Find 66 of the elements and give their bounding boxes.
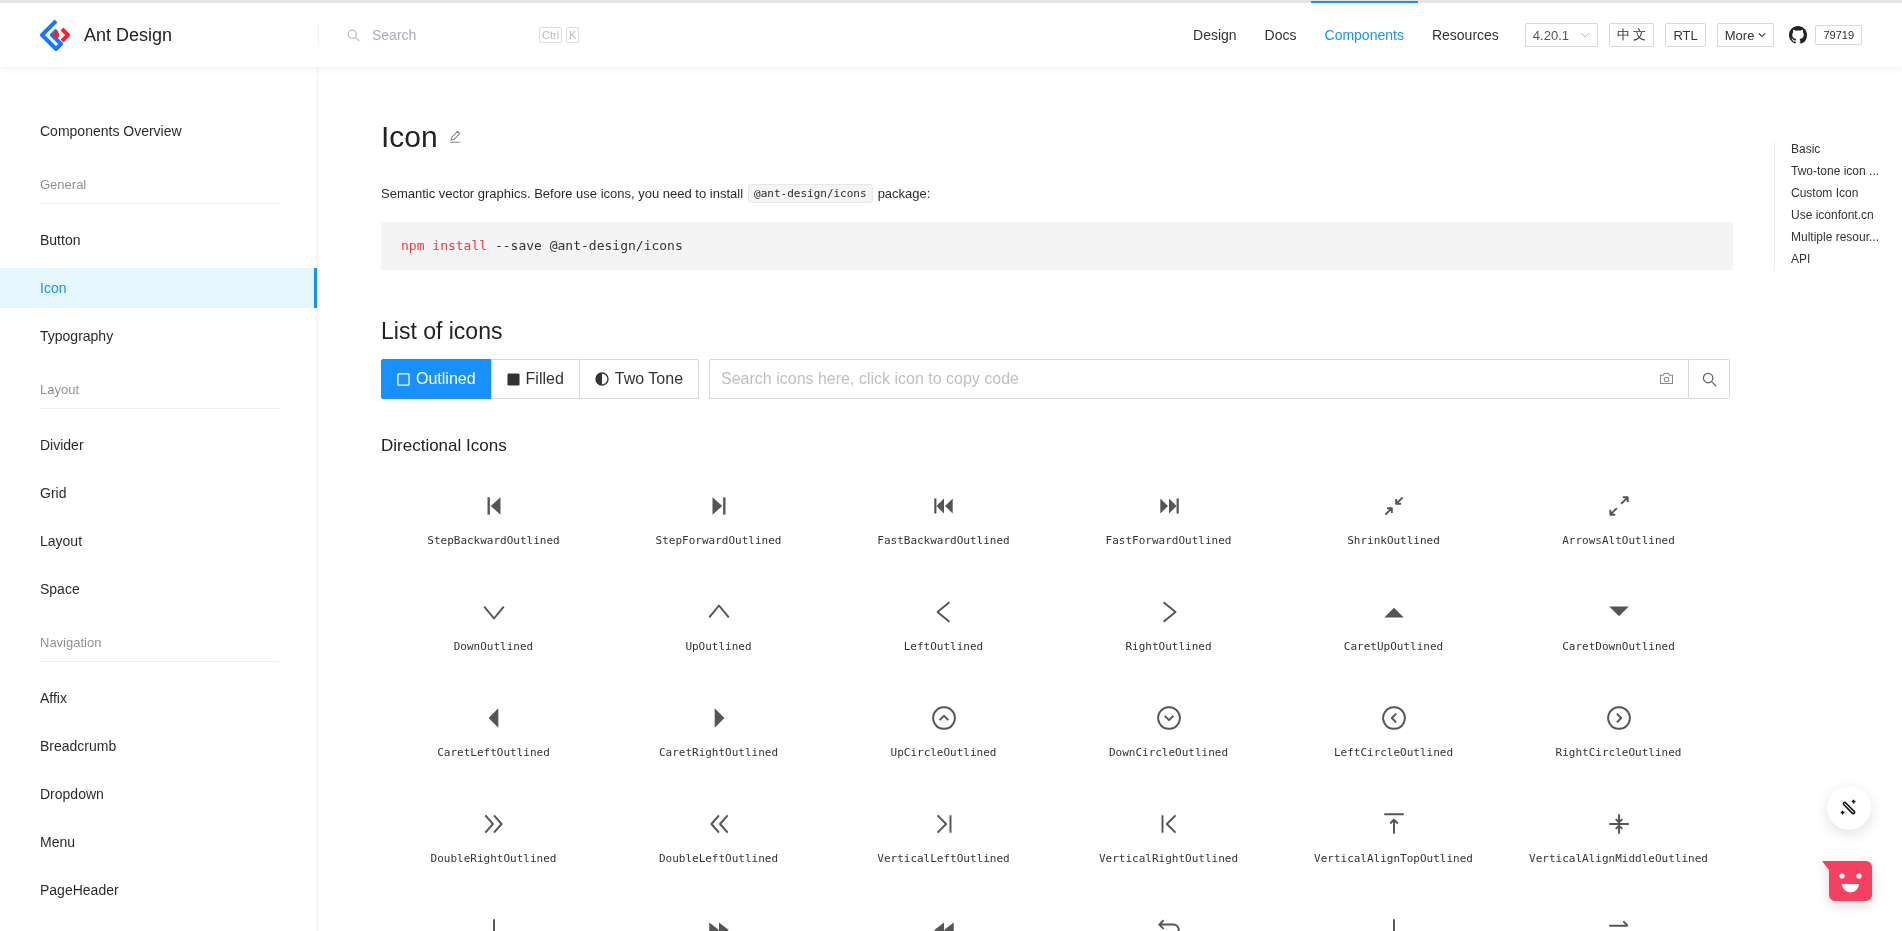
icon-name[interactable]: LeftOutlined (903, 640, 984, 653)
theme-tab[interactable]: Filled (490, 359, 580, 399)
code-block: npm install --save @ant-design/icons (381, 222, 1733, 270)
icon-search-field[interactable]: Search icons here, click icon to copy code (709, 359, 1689, 399)
menu-item[interactable]: Typography (0, 316, 317, 356)
nav-link[interactable]: Design (1179, 1, 1251, 67)
star-count[interactable]: 79719 (1815, 25, 1862, 45)
menu-item[interactable]: Grid (0, 473, 317, 513)
anchor-link[interactable]: API (1791, 251, 1880, 267)
icon-name[interactable]: ArrowsAltOutlined (1562, 534, 1675, 547)
menu-group-title: General (39, 176, 88, 194)
icon-name[interactable]: CaretUpOutlined (1343, 640, 1444, 653)
language-button[interactable]: 中 文 (1608, 23, 1655, 47)
menu-item[interactable]: Space (0, 569, 317, 609)
anchor-link[interactable]: Basic (1791, 141, 1880, 157)
site-name[interactable]: Ant Design (84, 24, 173, 46)
icon-name[interactable]: VerticalLeftOutlined (877, 852, 1010, 865)
menu-item[interactable]: Breadcrumb (0, 726, 317, 766)
theme-tab[interactable]: Two Tone (578, 359, 700, 399)
icon-name[interactable]: DownOutlined (453, 640, 534, 653)
icon-name[interactable]: FastBackwardOutlined (877, 534, 1010, 547)
menu-item[interactable]: PageHeader (0, 870, 317, 910)
menu-item[interactable]: Layout (0, 521, 317, 561)
menu-item[interactable]: Dropdown (0, 774, 317, 814)
nav-link[interactable]: Resources (1417, 1, 1513, 67)
keyboard-key: K (566, 27, 580, 43)
anchor-link[interactable]: Custom Icon (1791, 185, 1880, 201)
more-button[interactable]: More (1716, 23, 1775, 47)
nav-link[interactable]: Docs (1250, 1, 1311, 67)
icon-name[interactable]: ShrinkOutlined (1347, 534, 1440, 547)
icon-name[interactable]: StepForwardOutlined (655, 534, 782, 547)
description-text: package: (877, 186, 931, 201)
menu-item[interactable]: Divider (0, 425, 317, 465)
description-text: Semantic vector graphics. Before use icons, you need to install (381, 186, 744, 201)
direction-button[interactable]: RTL (1665, 23, 1706, 47)
anchor-link[interactable]: Two-tone icon ... (1791, 163, 1880, 179)
page-title: Icon (381, 120, 438, 154)
anchor-link[interactable]: Use iconfont.cn (1791, 207, 1880, 223)
icon-name[interactable]: VerticalAlignMiddleOutlined (1529, 852, 1708, 865)
icon-name[interactable]: CaretLeftOutlined (437, 746, 550, 759)
icon-name[interactable]: UpOutlined (685, 640, 752, 653)
icon-name[interactable]: VerticalRightOutlined (1098, 852, 1239, 865)
icon-name[interactable]: LeftCircleOutlined (1333, 746, 1454, 759)
keyboard-key: Ctrl (539, 27, 563, 43)
icon-name[interactable]: VerticalAlignTopOutlined (1314, 852, 1473, 865)
menu-group-title: Navigation (39, 634, 103, 652)
icon-name[interactable]: CaretDownOutlined (1562, 640, 1675, 653)
icon-name[interactable]: StepBackwardOutlined (427, 534, 560, 547)
icon-name[interactable]: DoubleRightOutlined (430, 852, 557, 865)
menu-item[interactable]: Affix (0, 678, 317, 718)
menu-item[interactable]: Menu (0, 822, 317, 862)
icon-name[interactable]: DownCircleOutlined (1108, 746, 1229, 759)
category-heading: Directional Icons (381, 436, 508, 456)
icon-name[interactable]: CaretRightOutlined (658, 746, 779, 759)
icon-name[interactable]: UpCircleOutlined (890, 746, 997, 759)
menu-item[interactable]: Components Overview (0, 111, 317, 151)
icon-name[interactable]: RightOutlined (1125, 640, 1212, 653)
menu-group-title: Layout (39, 381, 81, 399)
icon-name[interactable]: FastForwardOutlined (1105, 534, 1232, 547)
section-heading: List of icons (381, 318, 504, 345)
icon-name[interactable]: DoubleLeftOutlined (658, 852, 779, 865)
version-select[interactable]: 4.20.1 (1524, 23, 1598, 47)
menu-item[interactable]: Button (0, 220, 317, 260)
anchor-link[interactable]: Multiple resour... (1791, 229, 1880, 245)
package-name: @ant-design/icons (748, 184, 873, 203)
icon-name[interactable]: RightCircleOutlined (1555, 746, 1682, 759)
